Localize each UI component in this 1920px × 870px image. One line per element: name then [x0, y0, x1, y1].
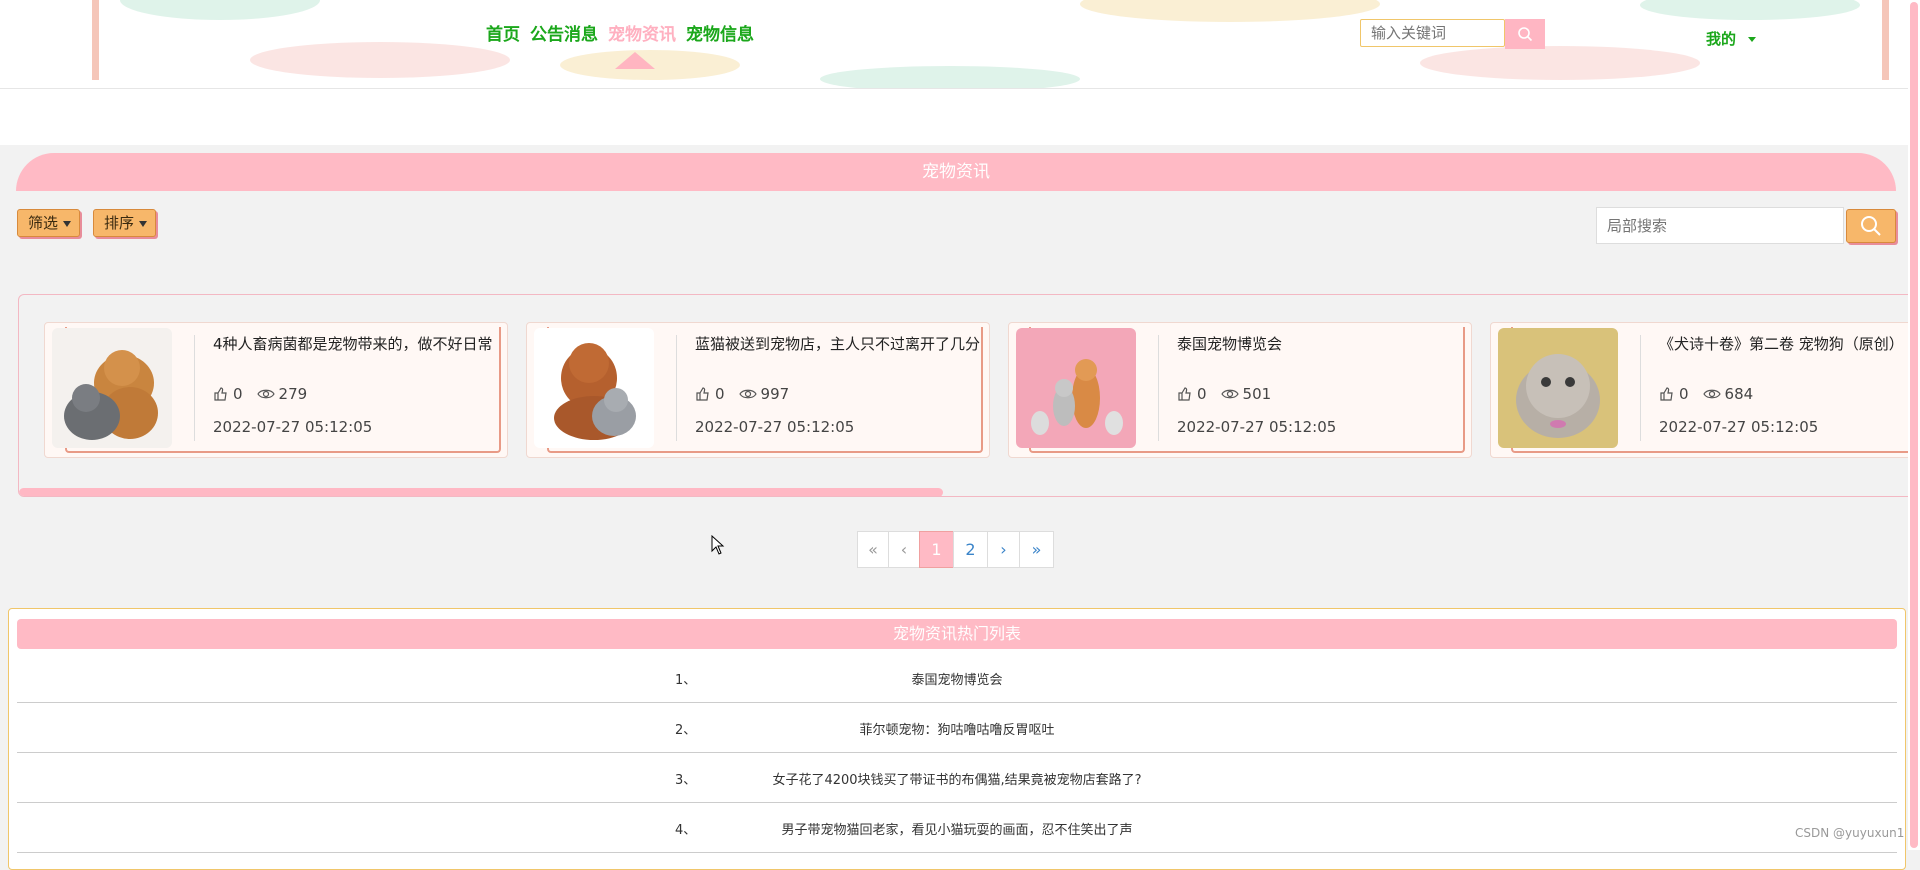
card-stats: 0 501	[1177, 385, 1271, 403]
card-date: 2022-07-27 05:12:05	[1659, 418, 1819, 436]
like-count: 0	[1679, 385, 1689, 403]
local-search-button[interactable]	[1846, 209, 1896, 243]
decor-blob	[1420, 46, 1700, 80]
hot-list-panel: 宠物资讯热门列表 泰国宠物博览会 1、 菲尔顿宠物：狗咕噜咕噜反胃呕吐 2、 女…	[8, 608, 1906, 870]
card-title: 《犬诗十卷》第二卷 宠物狗（原创）	[1659, 335, 1904, 353]
eye-icon	[738, 389, 757, 399]
pagination: « ‹ 1 2 › »	[857, 531, 1054, 568]
hot-item-title: 男子带宠物猫回老家，看见小猫玩耍的画面，忍不住笑出了声	[781, 823, 1133, 838]
card-title: 蓝猫被送到宠物店，主人只不过离开了几分	[695, 335, 981, 353]
like-count: 0	[715, 385, 725, 403]
card-title: 4种人畜病菌都是宠物带来的，做不好日常	[213, 335, 493, 353]
filter-button[interactable]: 筛选	[17, 209, 81, 237]
search-icon	[1518, 27, 1533, 42]
user-menu-label: 我的	[1706, 30, 1737, 48]
decor-blob	[1080, 0, 1380, 22]
hot-list-item[interactable]: 男子带宠物猫回老家，看见小猫玩耍的画面，忍不住笑出了声 4、	[17, 802, 1897, 853]
card-divider	[1158, 335, 1159, 441]
card-date: 2022-07-27 05:12:05	[1177, 418, 1337, 436]
nav-pet-news[interactable]: 宠物资讯	[608, 20, 676, 45]
card-thumbnail	[1498, 328, 1618, 448]
page-button-2[interactable]: 2	[953, 531, 988, 568]
hot-list-title: 宠物资讯热门列表	[17, 619, 1897, 649]
decor-pole	[92, 0, 99, 80]
section-title: 宠物资讯	[16, 153, 1896, 191]
card-divider	[194, 335, 195, 441]
caret-down-icon	[63, 220, 72, 227]
hot-item-index: 1、	[675, 673, 697, 688]
user-menu[interactable]: 我的	[1706, 28, 1757, 49]
news-card[interactable]: 泰国宠物博览会 0 501 2022-07-27 05:12:05	[1008, 322, 1472, 458]
decor-blob	[120, 0, 320, 20]
card-stats: 0 684	[1659, 385, 1753, 403]
page-first-button[interactable]: «	[857, 531, 889, 568]
hot-list-item[interactable]: 女子花了4200块钱买了带证书的布偶猫,结果竟被宠物店套路了? 3、	[17, 752, 1897, 803]
card-stats: 0 997	[695, 385, 789, 403]
keyword-search-input[interactable]	[1360, 19, 1505, 47]
page-scrollbar[interactable]	[1910, 2, 1918, 848]
view-count: 501	[1242, 385, 1272, 403]
header-search-button[interactable]	[1505, 19, 1545, 49]
local-search-input[interactable]	[1596, 207, 1844, 244]
active-nav-indicator	[615, 52, 655, 69]
sort-button[interactable]: 排序	[93, 209, 157, 237]
thumbs-up-icon[interactable]	[213, 386, 229, 402]
mouse-cursor-icon	[711, 535, 725, 555]
main-nav: 首页 公告消息 宠物资讯 宠物信息	[486, 20, 754, 45]
page-button-1[interactable]: 1	[919, 531, 954, 568]
nav-home[interactable]: 首页	[486, 20, 520, 45]
caret-down-icon	[139, 220, 148, 227]
strip-scrollbar[interactable]	[19, 488, 943, 496]
hot-item-index: 3、	[675, 773, 697, 788]
page-prev-button[interactable]: ‹	[888, 531, 920, 568]
page-last-button[interactable]: »	[1019, 531, 1054, 568]
view-count: 684	[1724, 385, 1754, 403]
thumbs-up-icon[interactable]	[1177, 386, 1193, 402]
sort-label: 排序	[104, 214, 135, 232]
nav-announcements[interactable]: 公告消息	[530, 20, 598, 45]
eye-icon	[256, 389, 275, 399]
hot-list-item[interactable]: 菲尔顿宠物：狗咕噜咕噜反胃呕吐 2、	[17, 702, 1897, 753]
decor-blob	[250, 42, 510, 78]
news-card-strip: 4种人畜病菌都是宠物带来的，做不好日常 0 279 2022-07-27 05:…	[18, 294, 1920, 497]
like-count: 0	[1197, 385, 1207, 403]
top-header: 首页 公告消息 宠物资讯 宠物信息 我的	[0, 0, 1920, 89]
news-card[interactable]: 《犬诗十卷》第二卷 宠物狗（原创） 0 684 2022-07-27 05:12…	[1490, 322, 1919, 458]
nav-pet-info[interactable]: 宠物信息	[686, 20, 754, 45]
hot-item-index: 4、	[675, 823, 697, 838]
card-thumbnail	[534, 328, 654, 448]
view-count: 279	[278, 385, 308, 403]
caret-down-icon	[1748, 37, 1757, 42]
eye-icon	[1220, 389, 1239, 399]
watermark-text: CSDN @yuyuxun1	[1795, 826, 1905, 840]
card-date: 2022-07-27 05:12:05	[695, 418, 855, 436]
card-divider	[676, 335, 677, 441]
decor-blob	[1640, 0, 1860, 20]
card-title: 泰国宠物博览会	[1177, 335, 1283, 353]
hot-item-title: 女子花了4200块钱买了带证书的布偶猫,结果竟被宠物店套路了?	[772, 773, 1142, 788]
eye-icon	[1702, 389, 1721, 399]
decor-blob	[820, 66, 1080, 88]
hot-list-item[interactable]: 泰国宠物博览会 1、	[17, 652, 1897, 703]
news-card[interactable]: 蓝猫被送到宠物店，主人只不过离开了几分 0 997 2022-07-27 05:…	[526, 322, 990, 458]
hot-item-title: 菲尔顿宠物：狗咕噜咕噜反胃呕吐	[859, 723, 1055, 738]
view-count: 997	[760, 385, 790, 403]
hot-item-index: 2、	[675, 723, 697, 738]
page-next-button[interactable]: ›	[987, 531, 1020, 568]
like-count: 0	[233, 385, 243, 403]
card-stats: 0 279	[213, 385, 307, 403]
thumbs-up-icon[interactable]	[1659, 386, 1675, 402]
filter-label: 筛选	[28, 214, 59, 232]
card-date: 2022-07-27 05:12:05	[213, 418, 373, 436]
search-icon	[1861, 216, 1881, 236]
news-card[interactable]: 4种人畜病菌都是宠物带来的，做不好日常 0 279 2022-07-27 05:…	[44, 322, 508, 458]
header-spacer	[0, 89, 1920, 145]
card-thumbnail	[1016, 328, 1136, 448]
card-thumbnail	[52, 328, 172, 448]
decor-pole	[1882, 0, 1889, 80]
card-divider	[1640, 335, 1641, 441]
thumbs-up-icon[interactable]	[695, 386, 711, 402]
header-search	[1360, 19, 1545, 49]
hot-item-title: 泰国宠物博览会	[911, 673, 1003, 688]
